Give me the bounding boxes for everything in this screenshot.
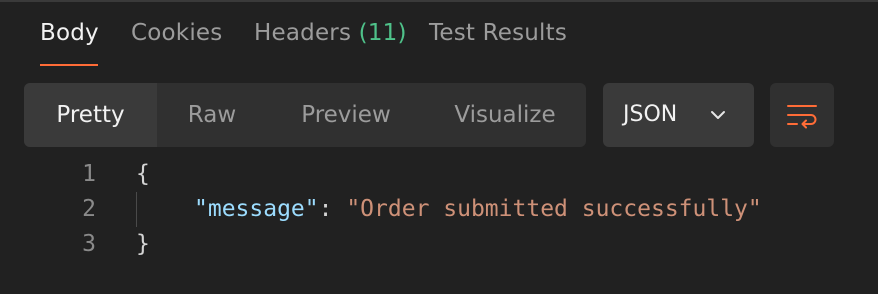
wrap-lines-button[interactable]: [770, 83, 834, 147]
view-mode-raw[interactable]: Raw: [157, 83, 267, 147]
line-number: 2: [82, 196, 96, 222]
json-key: "message": [194, 196, 319, 222]
json-string-value: "Order submitted successfully": [346, 196, 762, 222]
line-number: 3: [82, 231, 96, 257]
line-number: 1: [82, 161, 96, 187]
response-tabs: Body Cookies Headers (11) Test Results: [0, 0, 878, 70]
chevron-down-icon: [711, 111, 725, 119]
view-mode-selector: Pretty Raw Preview Visualize: [24, 83, 586, 147]
tab-cookies[interactable]: Cookies: [131, 20, 222, 46]
json-line: "message": "Order submitted successfully…: [194, 196, 762, 222]
view-mode-pretty[interactable]: Pretty: [24, 83, 157, 147]
json-colon: :: [318, 196, 347, 222]
active-tab-indicator: [40, 64, 98, 66]
wrap-lines-icon: [787, 105, 817, 129]
tab-headers-label: Headers: [254, 20, 352, 46]
format-select-value: JSON: [623, 102, 678, 127]
tab-test-results[interactable]: Test Results: [429, 20, 567, 46]
tab-headers[interactable]: Headers (11): [254, 20, 407, 46]
indent-guide: [136, 192, 137, 227]
view-mode-preview[interactable]: Preview: [282, 83, 410, 147]
view-mode-visualize[interactable]: Visualize: [442, 83, 568, 147]
headers-count-badge: (11): [358, 20, 407, 46]
json-open-brace: {: [136, 161, 150, 187]
json-close-brace: }: [136, 231, 150, 257]
response-body-editor[interactable]: 1 2 3 { "message": "Order submitted succ…: [0, 155, 878, 275]
tab-body[interactable]: Body: [40, 20, 99, 46]
format-select[interactable]: JSON: [603, 83, 754, 147]
